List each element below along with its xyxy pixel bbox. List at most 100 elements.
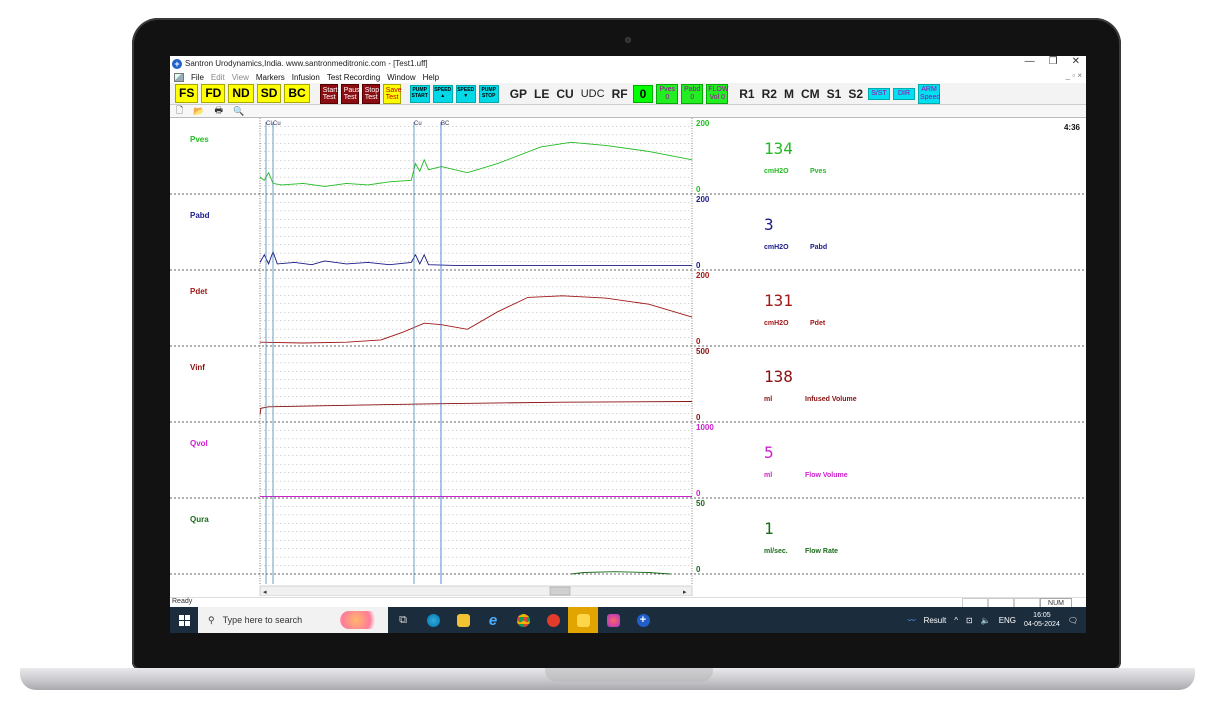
open-folder-icon[interactable]: 📂 <box>193 106 204 117</box>
task-view-button[interactable]: ⧉ <box>388 607 418 633</box>
language-indicator[interactable]: ENG <box>999 616 1016 625</box>
system-tray: 〰 Result ^ ⊡ 🔈 ENG 16:05 04-05-2024 🗨 <box>908 611 1086 629</box>
dir-button[interactable]: DIR <box>893 87 915 100</box>
nd-button[interactable]: ND <box>228 84 254 103</box>
search-placeholder: Type here to search <box>222 615 303 625</box>
stop-test-button[interactable]: Stop Test <box>361 83 380 104</box>
channel-trace <box>259 295 693 344</box>
app-button[interactable] <box>598 607 628 633</box>
pause-test-button[interactable]: Pause Test <box>340 83 364 104</box>
menu-window[interactable]: Window <box>387 73 415 82</box>
menu-view[interactable]: View <box>232 73 249 82</box>
pabd-zero-button[interactable]: Pabd 0 <box>681 83 704 104</box>
maximize-button[interactable]: ❐ <box>1049 56 1058 67</box>
scroll-left-arrow[interactable]: ◂ <box>263 589 267 596</box>
channel-unit: cmH2O <box>764 168 789 175</box>
le-button[interactable]: LE <box>532 87 551 101</box>
event-markers: CL Cu Cu BC <box>265 121 450 584</box>
scale-min-label: 0 <box>696 489 701 498</box>
start-test-button[interactable]: Start Test <box>319 83 338 104</box>
speed-down-button[interactable]: SPEED ▼ <box>455 84 476 103</box>
scrollbar-thumb[interactable] <box>549 586 571 596</box>
scale-min-label: 0 <box>696 185 701 194</box>
r1-button[interactable]: R1 <box>737 87 756 101</box>
rf-counter: 0 <box>632 84 654 103</box>
print-preview-icon[interactable]: 🔍 <box>233 106 244 117</box>
scale-min-label: 0 <box>696 565 701 574</box>
chart-traces <box>259 141 693 575</box>
m-button[interactable]: M <box>782 87 796 101</box>
pump-stop-button[interactable]: PUMP STOP <box>478 84 499 103</box>
taskbar-search[interactable]: ⚲ Type here to search <box>198 607 388 633</box>
result-label[interactable]: Result <box>924 616 947 625</box>
screen: + Santron Urodynamics,India. www.santron… <box>170 56 1086 633</box>
urodynamics-button[interactable]: + <box>628 607 658 633</box>
channel-value: 134 <box>764 139 793 158</box>
app-icon <box>606 613 620 627</box>
chrome-button[interactable] <box>508 607 538 633</box>
menu-test-recording[interactable]: Test Recording <box>327 73 380 82</box>
cm-button[interactable]: CM <box>799 87 822 101</box>
sticky-notes-icon <box>576 613 590 627</box>
rf-button[interactable]: RF <box>610 87 630 101</box>
speed-up-button[interactable]: SPEED ▲ <box>432 84 453 103</box>
menu-help[interactable]: Help <box>423 73 439 82</box>
ie-button[interactable]: e <box>478 607 508 633</box>
channel-label: Qura <box>190 515 209 524</box>
clock-date: 04-05-2024 <box>1024 621 1060 628</box>
horizontal-scrollbar[interactable]: ◂ ▸ <box>259 585 693 596</box>
channel-name: Flow Volume <box>805 472 848 479</box>
udc-button[interactable]: UDC <box>579 88 607 100</box>
channel-name: Pabd <box>810 244 827 251</box>
webcam-icon <box>625 37 631 43</box>
channel-value: 138 <box>764 367 793 386</box>
menu-file[interactable]: File <box>191 73 204 82</box>
volume-icon[interactable]: 🔈 <box>981 616 991 625</box>
scroll-right-arrow[interactable]: ▸ <box>683 589 687 596</box>
channel-unit: ml <box>764 396 772 403</box>
fs-button[interactable]: FS <box>175 84 199 103</box>
document-icon[interactable] <box>174 72 184 82</box>
file-explorer-button[interactable] <box>448 607 478 633</box>
channel-unit: ml/sec. <box>764 548 788 555</box>
close-button[interactable]: ✕ <box>1072 56 1080 67</box>
pves-zero-button[interactable]: Pves 0 <box>656 83 679 104</box>
minimize-button[interactable]: — <box>1025 56 1035 67</box>
clock-time: 16:05 <box>1033 612 1051 619</box>
scale-max-label: 200 <box>696 271 710 280</box>
r2-button[interactable]: R2 <box>760 87 779 101</box>
edge-button[interactable] <box>418 607 448 633</box>
flow-vol-zero-button[interactable]: FLOW Vol 0 <box>706 83 729 104</box>
arm-speed-button[interactable]: ARM Speed <box>918 83 940 104</box>
windows-icon <box>178 614 190 626</box>
s2-button[interactable]: S2 <box>846 87 865 101</box>
sst-button[interactable]: S/ST <box>868 87 890 100</box>
network-icon[interactable]: ⊡ <box>966 616 973 625</box>
menu-markers[interactable]: Markers <box>256 73 285 82</box>
menu-edit[interactable]: Edit <box>211 73 225 82</box>
gp-button[interactable]: GP <box>508 87 529 101</box>
print-icon[interactable]: 🖶 <box>214 103 223 119</box>
bc-button[interactable]: BC <box>284 84 310 103</box>
chrome-icon <box>516 613 530 627</box>
start-button[interactable] <box>170 607 198 633</box>
sticky-notes-button[interactable] <box>568 607 598 633</box>
chevron-up-icon[interactable]: ^ <box>954 616 958 625</box>
new-file-icon[interactable]: 🗋 <box>176 103 183 119</box>
pump-start-button[interactable]: PUMP START <box>409 84 430 103</box>
channel-unit: cmH2O <box>764 244 789 251</box>
s1-button[interactable]: S1 <box>825 87 844 101</box>
child-window-controls[interactable]: _ ▫ × <box>1066 71 1082 80</box>
fd-button[interactable]: FD <box>201 84 226 103</box>
pdf-icon <box>546 613 560 627</box>
menu-infusion[interactable]: Infusion <box>292 73 320 82</box>
clock[interactable]: 16:05 04-05-2024 <box>1024 611 1060 629</box>
cu-button[interactable]: CU <box>554 87 575 101</box>
pdf-reader-button[interactable] <box>538 607 568 633</box>
scale-min-label: 0 <box>696 413 701 422</box>
save-test-button[interactable]: Save Test <box>382 83 402 104</box>
event-marker-label: Cu <box>414 121 422 127</box>
channel-value: 1 <box>764 519 774 538</box>
notifications-icon[interactable]: 🗨 <box>1068 616 1078 625</box>
sd-button[interactable]: SD <box>256 84 282 103</box>
